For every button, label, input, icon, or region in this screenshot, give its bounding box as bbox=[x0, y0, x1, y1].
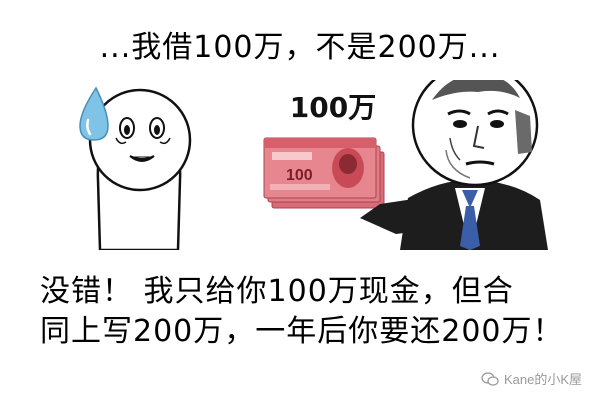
banknote-denomination: 100 bbox=[286, 167, 313, 184]
sweat-drop-icon bbox=[79, 86, 109, 141]
watermark: Kane的小K屋 bbox=[481, 369, 582, 388]
bottom-caption-line-1: 没错！ 我只给你100万现金，但合 bbox=[40, 274, 514, 309]
watermark-text: Kane的小K屋 bbox=[503, 372, 582, 387]
right-character bbox=[400, 80, 548, 250]
banknote-stack: 100 bbox=[263, 137, 385, 209]
wechat-icon bbox=[481, 371, 499, 386]
money-label: 100万 bbox=[289, 91, 377, 124]
top-caption: ...我借100万，不是200万... bbox=[99, 30, 501, 65]
bottom-caption: 没错！ 我只给你100万现金，但合 同上写200万，一年后你要还200万！ bbox=[40, 272, 585, 352]
bottom-caption-line-2: 同上写200万，一年后你要还200万！ bbox=[40, 314, 564, 349]
